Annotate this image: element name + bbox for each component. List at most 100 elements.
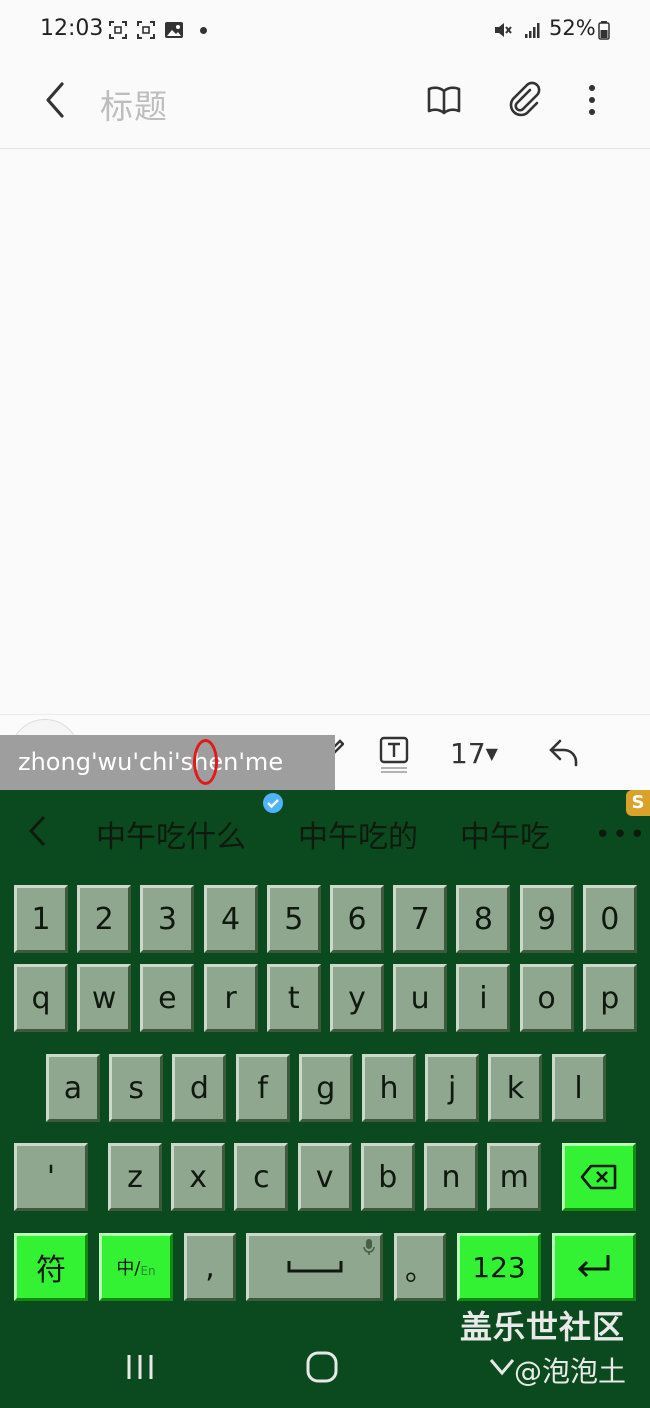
candidate-item[interactable]: 中午吃 (460, 812, 550, 856)
verified-badge-icon (263, 793, 283, 813)
recent-apps-icon[interactable] (124, 1352, 156, 1382)
undo-icon[interactable] (546, 735, 582, 771)
key-label: y (348, 980, 366, 1016)
key-8[interactable]: 8 (456, 885, 511, 953)
space-key[interactable] (246, 1233, 383, 1301)
key-label: b (378, 1159, 398, 1195)
language-switch-key[interactable]: 中/En (99, 1233, 173, 1301)
candidate-item[interactable]: 中午吃的 (298, 812, 418, 856)
key-label: j (448, 1070, 457, 1106)
app-bar: 标题 (0, 60, 650, 149)
attach-icon[interactable] (506, 80, 542, 118)
text-box-icon[interactable] (378, 735, 410, 775)
hide-keyboard-icon[interactable] (488, 1356, 516, 1378)
key-label: e (158, 980, 177, 1016)
key-label: g (316, 1070, 336, 1106)
key-label: 9 (537, 901, 557, 937)
key-h[interactable]: h (362, 1054, 416, 1122)
key-f[interactable]: f (235, 1054, 290, 1122)
key-label: h (379, 1070, 399, 1106)
key-label: 8 (473, 901, 493, 937)
key-9[interactable]: 9 (519, 885, 574, 953)
key-a[interactable]: a (46, 1054, 100, 1122)
key-label: w (91, 980, 117, 1016)
key-b[interactable]: b (360, 1143, 415, 1211)
key-u[interactable]: u (393, 964, 448, 1032)
key-label: x (189, 1159, 208, 1195)
lang-label-cn: 中/ (116, 1258, 141, 1279)
key-p[interactable]: p (582, 964, 637, 1032)
key-s[interactable]: s (109, 1054, 164, 1122)
key-j[interactable]: j (425, 1054, 480, 1122)
status-bar: 12:03 52% (0, 0, 650, 60)
key-7[interactable]: 7 (393, 885, 448, 953)
key-k[interactable]: k (488, 1054, 543, 1122)
key-label: a (63, 1070, 83, 1106)
back-arrow-icon[interactable] (40, 80, 70, 120)
numbers-key-label: 123 (472, 1250, 526, 1284)
period-key-label: 。 (405, 1253, 435, 1288)
key-w[interactable]: w (77, 964, 132, 1032)
key-g[interactable]: g (298, 1054, 353, 1122)
key-e[interactable]: e (140, 964, 195, 1032)
key-0[interactable]: 0 (582, 885, 637, 953)
key-x[interactable]: x (171, 1143, 226, 1211)
key-q[interactable]: q (14, 964, 68, 1032)
key-2[interactable]: 2 (77, 885, 132, 953)
key-4[interactable]: 4 (203, 885, 258, 953)
key-o[interactable]: o (519, 964, 574, 1032)
key-label: 2 (94, 901, 114, 937)
status-time: 12:03 (40, 16, 104, 41)
more-candidates-icon[interactable]: ••• (595, 820, 647, 850)
period-key[interactable]: 。 (394, 1233, 446, 1301)
space-bar-icon (287, 1261, 342, 1273)
key-r[interactable]: r (203, 964, 258, 1032)
enter-key[interactable] (552, 1233, 636, 1301)
key-1[interactable]: 1 (14, 885, 68, 953)
key-label: k (506, 1070, 525, 1106)
key-t[interactable]: t (266, 964, 321, 1032)
backspace-key[interactable] (562, 1143, 636, 1211)
notification-dot-icon (200, 27, 207, 34)
key-label: u (410, 980, 430, 1016)
gallery-icon (165, 22, 183, 38)
font-size-selector[interactable]: 17▼ (450, 737, 498, 770)
home-icon[interactable] (305, 1350, 339, 1384)
key-d[interactable]: d (172, 1054, 227, 1122)
key-v[interactable]: v (297, 1143, 352, 1211)
title-input[interactable]: 标题 (100, 80, 168, 128)
key-label: l (574, 1070, 583, 1106)
numbers-key[interactable]: 123 (457, 1233, 541, 1301)
key-m[interactable]: m (487, 1143, 542, 1211)
key-label: 6 (347, 901, 367, 937)
enter-icon (577, 1255, 610, 1278)
key-i[interactable]: i (456, 964, 511, 1032)
ime-logo-icon[interactable]: S (626, 790, 650, 816)
candidate-item[interactable]: 中午吃什么 (96, 812, 246, 856)
key-z[interactable]: z (108, 1143, 162, 1211)
key-label: z (127, 1159, 143, 1195)
key-apostrophe[interactable]: ' (14, 1143, 88, 1211)
candidate-back-icon[interactable] (26, 814, 50, 848)
key-label: c (253, 1159, 270, 1195)
comma-key[interactable]: , (184, 1233, 236, 1301)
key-y[interactable]: y (330, 964, 384, 1032)
symbols-key[interactable]: 符 (14, 1233, 88, 1301)
composing-pinyin: zhong'wu'chi'shen'me (18, 748, 284, 776)
key-label: ' (46, 1159, 56, 1195)
key-6[interactable]: 6 (330, 885, 384, 953)
key-label: m (499, 1159, 529, 1195)
key-5[interactable]: 5 (266, 885, 321, 953)
key-3[interactable]: 3 (140, 885, 195, 953)
lang-label-en: En (140, 1264, 156, 1278)
key-n[interactable]: n (424, 1143, 478, 1211)
note-body-editor[interactable] (0, 149, 650, 714)
key-c[interactable]: c (234, 1143, 289, 1211)
key-label: 3 (157, 901, 177, 937)
highlight-circle (193, 739, 218, 785)
more-options-icon[interactable] (584, 82, 600, 118)
key-label: t (287, 980, 300, 1016)
key-l[interactable]: l (551, 1054, 606, 1122)
reading-mode-icon[interactable] (426, 82, 462, 118)
backspace-icon (580, 1164, 617, 1190)
